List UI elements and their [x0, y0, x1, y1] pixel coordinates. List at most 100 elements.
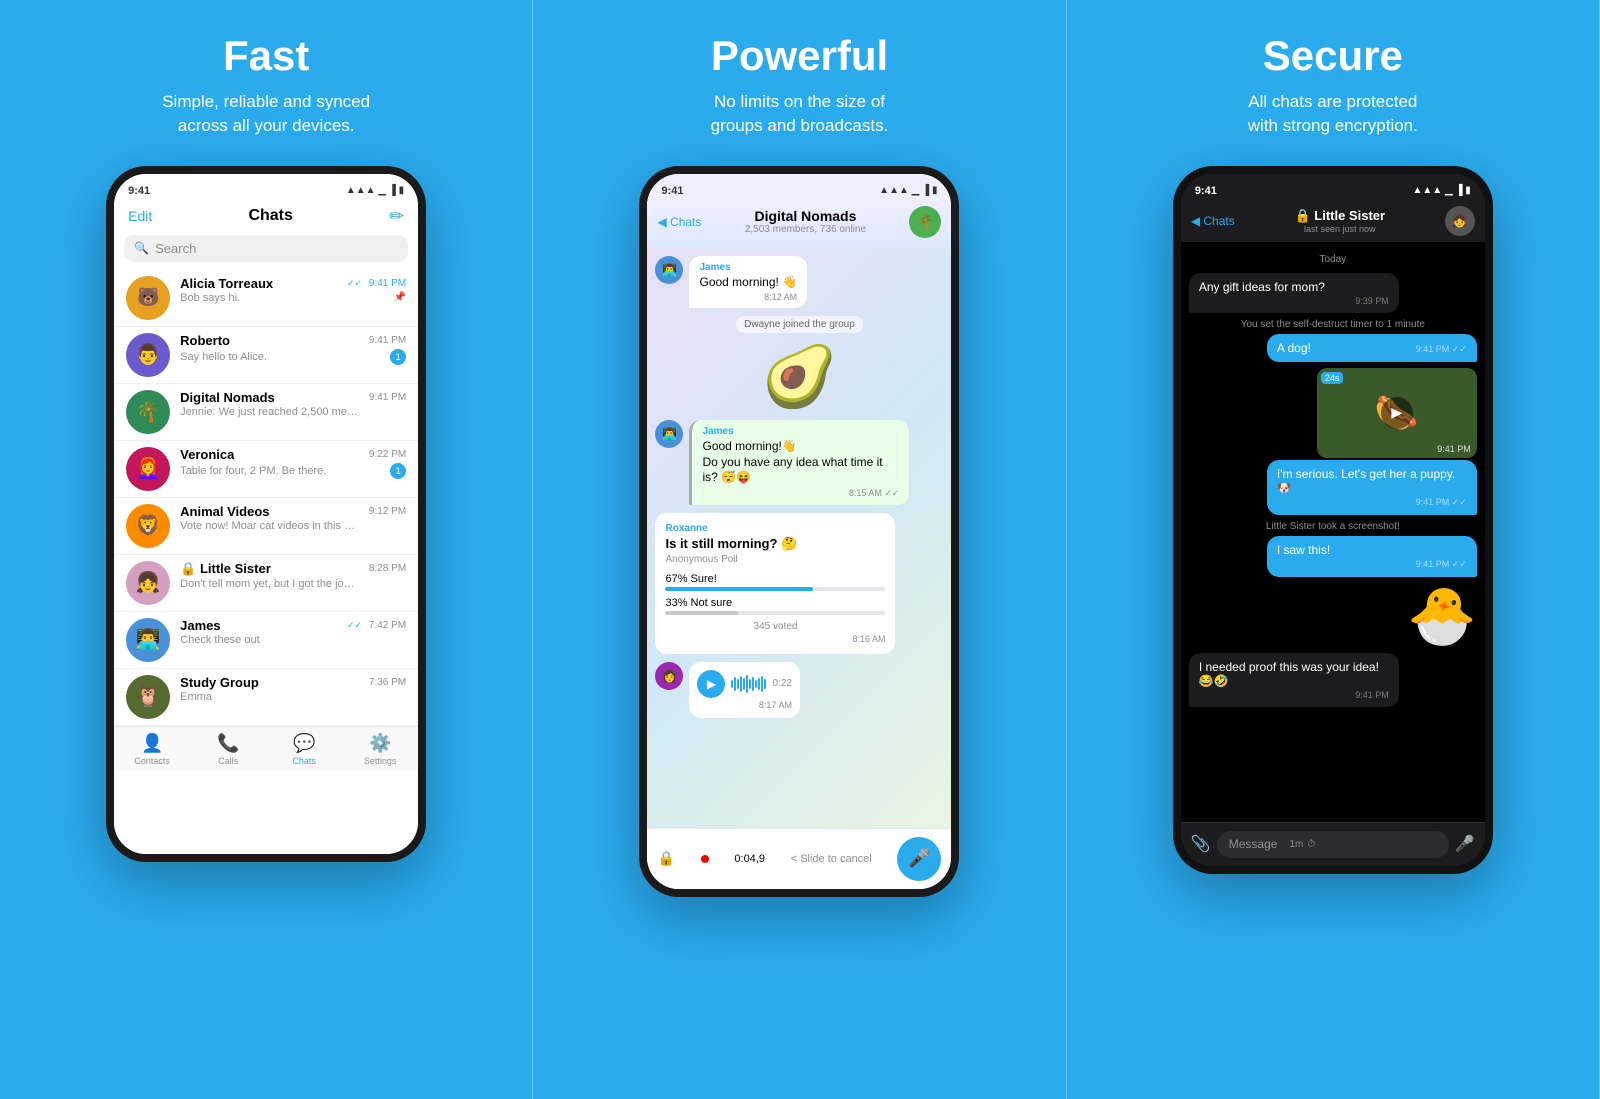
poll-option-1[interactable]: 67% Sure! [665, 573, 885, 591]
settings-icon: ⚙️ [369, 733, 391, 754]
play-circle-icon[interactable]: ▶ [1381, 397, 1413, 429]
dark-msg-dog: A dog! 9:41 PM ✓✓ [1267, 334, 1477, 362]
system-dwayne: Dwayne joined the group [736, 316, 863, 333]
dark-avatar: 👧 [1445, 206, 1475, 236]
search-bar[interactable]: 🔍 Search [124, 235, 408, 262]
avatar-veronica: 👩‍🦰 [126, 447, 170, 491]
chat-item-veronica[interactable]: 👩‍🦰 Veronica 9:22 PM Table for four, 2 P… [114, 441, 418, 498]
chats-title: Chats [248, 207, 292, 225]
chat-preview-roberto: Say hello to Alice. [180, 351, 267, 363]
avatar-james: 👨‍💻 [126, 618, 170, 662]
chat-preview-study-group: Emma [180, 691, 212, 703]
poll-option-2-label: 33% Not sure [665, 597, 885, 609]
slide-cancel: < Slide to cancel [791, 853, 872, 865]
chat-name-veronica: Veronica [180, 447, 234, 462]
back-button-powerful[interactable]: ◀ Chats [657, 215, 701, 229]
tab-chats[interactable]: 💬 Chats [266, 733, 342, 766]
sticker-avocado: 🥑 [655, 341, 943, 412]
poll-bubble: Roxanne Is it still morning? 🤔 Anonymous… [655, 513, 895, 654]
mic-button-powerful[interactable]: 🎤 [897, 837, 941, 881]
group-title-block: Digital Nomads 2,503 members, 736 online [745, 208, 866, 235]
dark-msg-dog-text: A dog! [1277, 341, 1311, 355]
poll-time: 8:16 AM [665, 634, 885, 644]
badge-veronica: 1 [390, 463, 406, 479]
chat-item-little-sister[interactable]: 👧 🔒 Little Sister 8:28 PM Don't tell mom… [114, 555, 418, 612]
contacts-icon: 👤 [141, 733, 163, 754]
dark-msg-proof-time: 9:41 PM [1199, 690, 1389, 700]
chat-item-digital-nomads[interactable]: 🌴 Digital Nomads 9:41 PM Jennie: We just… [114, 384, 418, 441]
bubble-james-2: James Good morning!👋Do you have any idea… [689, 420, 909, 505]
chat-name-animal-videos: Animal Videos [180, 504, 269, 519]
chat-preview-animal-videos: Vote now! Moar cat videos in this channe… [180, 520, 360, 532]
poll-option-2[interactable]: 33% Not sure [665, 597, 885, 615]
status-time-powerful: 9:41 [661, 185, 683, 197]
dark-msg-dog-time: 9:41 PM ✓✓ [1416, 344, 1467, 355]
group-nav: ◀ Chats Digital Nomads 2,503 members, 73… [657, 206, 941, 238]
tab-calls[interactable]: 📞 Calls [190, 733, 266, 766]
dark-msg-gift-time: 9:39 PM [1199, 296, 1389, 306]
dark-msg-proof: I needed proof this was your idea! 😂🤣 9:… [1189, 653, 1399, 707]
back-button-secure[interactable]: ◀ Chats [1191, 214, 1235, 228]
screenshot-notice: Little Sister took a screenshot! [1189, 521, 1477, 532]
dark-msg-saw: I saw this! 9:41 PM ✓✓ [1267, 536, 1477, 577]
video-thumb[interactable]: 24s 🌭 ▶ 9:41 PM [1317, 368, 1477, 458]
compose-button[interactable]: ✏ [389, 206, 404, 227]
search-placeholder: Search [155, 241, 196, 256]
status-bar-powerful: 9:41 ▲▲▲ ▁ ▐ ▮ [647, 174, 951, 202]
tab-contacts-label: Contacts [134, 756, 170, 766]
calls-icon: 📞 [217, 733, 239, 754]
message-placeholder: Message [1229, 837, 1278, 851]
search-icon: 🔍 [134, 241, 149, 255]
chat-name-digital-nomads: Digital Nomads [180, 390, 275, 405]
tab-settings[interactable]: ⚙️ Settings [342, 733, 418, 766]
chat-scroll-powerful[interactable]: 👨‍💻 James Good morning! 👋 8:12 AM Dwayne… [647, 248, 951, 828]
bottom-tabs: 👤 Contacts 📞 Calls 💬 Chats ⚙️ Settings [114, 726, 418, 770]
chat-item-roberto[interactable]: 👨 Roberto 9:41 PM Say hello to Alice. 1 [114, 327, 418, 384]
dark-msg-gift: Any gift ideas for mom? 9:39 PM [1189, 273, 1399, 313]
audio-bubble[interactable]: ▶ 0:22 8:17 AM [689, 662, 799, 718]
chat-time-veronica: 9:22 PM [369, 449, 406, 460]
timer-value: 1m [1289, 839, 1303, 850]
chat-time-digital-nomads: 9:41 PM [369, 392, 406, 403]
edit-button[interactable]: Edit [128, 208, 152, 224]
chat-name-james: James [180, 618, 220, 633]
message-input[interactable]: Message 1m ⏱ [1217, 831, 1449, 858]
panel-fast-title: Fast [223, 32, 309, 80]
chat-name-little-sister: 🔒 Little Sister [180, 561, 271, 577]
chat-time-roberto: 9:41 PM [369, 335, 406, 346]
panel-fast: Fast Simple, reliable and syncedacross a… [0, 0, 533, 1099]
tab-contacts[interactable]: 👤 Contacts [114, 733, 190, 766]
dark-msg-serious: I'm serious. Let's get her a puppy. 🐶 9:… [1267, 460, 1477, 515]
chat-item-alicia[interactable]: 🐻 Alicia Torreaux ✓✓ 9:41 PM Bob says hi… [114, 270, 418, 327]
avatar-study-group: 🦉 [126, 675, 170, 719]
mic-icon-secure[interactable]: 🎤 [1455, 834, 1475, 854]
timer-icon: ⏱ [1307, 839, 1315, 850]
voice-bar: 🔒 0:04,9 < Slide to cancel 🎤 [647, 828, 951, 889]
chat-item-james[interactable]: 👨‍💻 James ✓✓ 7:42 PM Check these out [114, 612, 418, 669]
attachment-icon[interactable]: 📎 [1191, 834, 1211, 854]
dark-chat-area[interactable]: Today Any gift ideas for mom? 9:39 PM Yo… [1181, 242, 1485, 822]
tab-calls-label: Calls [218, 756, 238, 766]
chat-item-animal-videos[interactable]: 🦁 Animal Videos 9:12 PM Vote now! Moar c… [114, 498, 418, 555]
play-button[interactable]: ▶ [697, 670, 725, 698]
group-name: Digital Nomads [745, 208, 866, 224]
chat-preview-veronica: Table for four, 2 PM. Be there. [180, 465, 326, 477]
chat-time-alicia: 9:41 PM [369, 278, 406, 289]
dark-msg-saw-time: 9:41 PM ✓✓ [1277, 559, 1467, 570]
status-bar-secure: 9:41 ▲▲▲ ▁ ▐ ▮ [1181, 174, 1485, 202]
tab-chats-label: Chats [292, 756, 316, 766]
poll-option-1-label: 67% Sure! [665, 573, 885, 585]
phone-fast-screen: 9:41 ▲▲▲ ▁ ▐ ▮ Edit Chats ✏ 🔍 Search 🐻 A… [114, 174, 418, 854]
status-bar-fast: 9:41 ▲▲▲ ▁ ▐ ▮ [114, 174, 418, 202]
chat-info-study-group: Study Group 7:36 PM Emma [180, 675, 406, 703]
chat-time-little-sister: 8:28 PM [369, 563, 406, 574]
msg-james-2: 👨‍💻 James Good morning!👋Do you have any … [655, 420, 943, 505]
group-avatar: 🌴 [909, 206, 941, 238]
bubble-james-1: James Good morning! 👋 8:12 AM [689, 256, 807, 309]
chat-item-study-group[interactable]: 🦉 Study Group 7:36 PM Emma [114, 669, 418, 726]
panel-secure: Secure All chats are protectedwith stron… [1067, 0, 1600, 1099]
status-icons-powerful: ▲▲▲ ▁ ▐ ▮ [879, 185, 937, 196]
status-icons-fast: ▲▲▲ ▁ ▐ ▮ [346, 185, 404, 196]
dark-msg-serious-text: I'm serious. Let's get her a puppy. 🐶 [1277, 467, 1455, 495]
dark-msg-bar: 📎 Message 1m ⏱ 🎤 [1181, 822, 1485, 866]
